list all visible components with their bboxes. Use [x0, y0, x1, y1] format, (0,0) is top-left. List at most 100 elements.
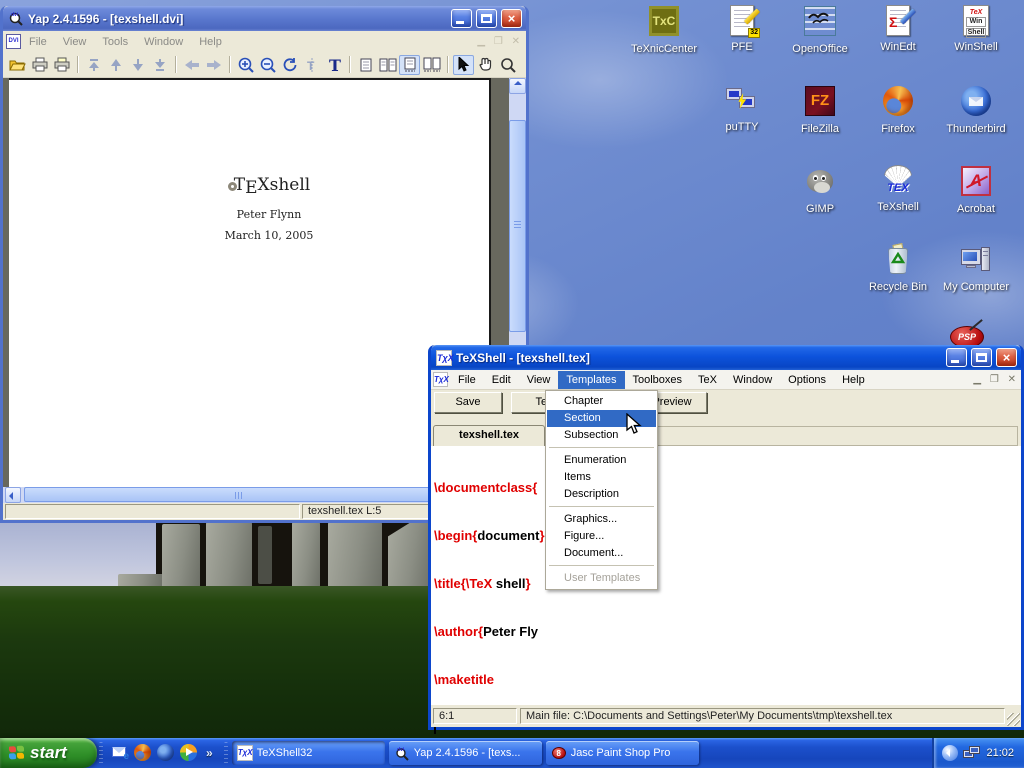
menu-tex[interactable]: TeX [690, 371, 725, 389]
menu-item-document[interactable]: Document... [547, 545, 656, 562]
desktop-icon-putty[interactable]: puTTY [703, 84, 781, 134]
yap-task-icon: dvi [394, 745, 410, 761]
view-single-page-icon[interactable] [355, 55, 376, 75]
menu-separator [549, 447, 654, 449]
save-button[interactable]: Save [434, 392, 502, 413]
view-double-page-icon[interactable] [377, 55, 398, 75]
scroll-up-button[interactable] [509, 78, 526, 94]
network-status-icon[interactable] [963, 745, 981, 761]
svg-text:dvi: dvi [397, 747, 405, 753]
icon-label: OpenOffice [781, 43, 859, 56]
desktop-icon-texshell[interactable]: TEX TeXshell [859, 164, 937, 214]
menu-file[interactable]: File [450, 371, 484, 389]
editor[interactable]: \documentclass{ \begin{document} \title{… [431, 446, 1021, 704]
thunderbird-quicklaunch-icon[interactable] [157, 744, 175, 762]
taskbar-button-texshell32[interactable]: TχX TeXShell32 [232, 741, 385, 765]
menu-toolboxes[interactable]: Toolboxes [625, 371, 691, 389]
desktop-icon-filezilla[interactable]: FZ FileZilla [781, 84, 859, 136]
menu-window[interactable]: Window [725, 371, 780, 389]
menu-help[interactable]: Help [834, 371, 873, 389]
yap-document-icon[interactable]: DVI [6, 34, 21, 49]
menu-edit[interactable]: Edit [484, 371, 519, 389]
refresh-icon[interactable] [279, 55, 300, 75]
vscroll-thumb[interactable] [509, 120, 526, 332]
yap-menu-help[interactable]: Help [191, 34, 230, 50]
media-player-icon[interactable] [180, 744, 198, 762]
tab-texshell-tex[interactable]: texshell.tex [433, 425, 545, 446]
yap-minimize-button[interactable] [451, 9, 472, 28]
yap-menu-window[interactable]: Window [136, 34, 191, 50]
texshell-mdi-buttons[interactable]: ▁ ❐ ✕ [973, 374, 1019, 385]
desktop-icon-texniccenter[interactable]: TxC TeXnicCenter [625, 4, 703, 56]
yap-menu-view[interactable]: View [55, 34, 95, 50]
desktop-icon-winedt[interactable]: Σ WinEdt [859, 4, 937, 54]
tray-collapse-icon[interactable] [942, 745, 958, 761]
menu-options[interactable]: Options [780, 371, 834, 389]
texshell-child-icon[interactable]: TχX [433, 372, 448, 387]
first-page-icon[interactable] [83, 55, 104, 75]
winedt-icon: Σ [881, 4, 915, 38]
stone [328, 522, 382, 596]
desktop-icon-recycle-bin[interactable]: Recycle Bin [859, 244, 937, 294]
yap-menubar: DVI File View Tools Window Help ▁ ❐ ✕ [3, 31, 526, 52]
yap-menu-file[interactable]: File [21, 34, 55, 50]
hscroll-thumb[interactable] [24, 487, 486, 502]
text-mode-icon[interactable]: T [323, 55, 344, 75]
menu-item-graphics[interactable]: Graphics... [547, 511, 656, 528]
texniccenter-icon: TxC [647, 6, 681, 40]
scroll-left-button[interactable] [5, 487, 21, 503]
desktop-icon-pfe[interactable]: 32 PFE [703, 4, 781, 54]
texshell-toolbar: Save TeX Preview [431, 390, 1021, 416]
zoom-in-icon[interactable] [235, 55, 256, 75]
hand-tool-icon[interactable] [475, 55, 496, 75]
back-icon[interactable] [181, 55, 202, 75]
start-button[interactable]: start [0, 738, 97, 768]
menu-item-items[interactable]: Items [547, 469, 656, 486]
forward-icon[interactable] [203, 55, 224, 75]
yap-menu-tools[interactable]: Tools [94, 34, 136, 50]
view-continuous-icon[interactable] [399, 55, 420, 75]
resize-grip[interactable] [1007, 713, 1020, 726]
pointer-tool-icon[interactable] [453, 55, 474, 75]
quick-launch-overflow[interactable]: » [203, 746, 216, 760]
desktop-icon-openoffice[interactable]: OpenOffice [781, 4, 859, 56]
firefox-quicklaunch-icon[interactable] [134, 744, 152, 762]
yap-titlebar[interactable]: dvi Yap 2.4.1596 - [texshell.dvi] × [3, 6, 526, 31]
print-icon[interactable] [29, 55, 50, 75]
texshell-maximize-button[interactable] [971, 348, 992, 367]
yap-close-button[interactable]: × [501, 9, 522, 28]
menu-item-chapter[interactable]: Chapter [547, 393, 656, 410]
menu-item-enumeration[interactable]: Enumeration [547, 452, 656, 469]
desktop-icon-gimp[interactable]: GIMP [781, 164, 859, 216]
yap-maximize-button[interactable] [476, 9, 497, 28]
dvi-author: Peter Flynn [149, 208, 389, 221]
menu-item-figure[interactable]: Figure... [547, 528, 656, 545]
desktop-icon-winshell[interactable]: TeX Win Shell WinShell [937, 4, 1015, 54]
desktop-icon-thunderbird[interactable]: Thunderbird [937, 84, 1015, 136]
winshell-text-tex: TeX [964, 8, 988, 17]
open-icon[interactable] [7, 55, 28, 75]
next-page-icon[interactable] [127, 55, 148, 75]
text-ruler-icon[interactable]: T [301, 55, 322, 75]
prev-page-icon[interactable] [105, 55, 126, 75]
outlook-express-icon[interactable]: e [111, 744, 129, 762]
last-page-icon[interactable] [149, 55, 170, 75]
zoom-out-icon[interactable] [257, 55, 278, 75]
openoffice-icon [803, 6, 837, 40]
taskbar-button-paint-shop-pro[interactable]: 8 Jasc Paint Shop Pro [546, 741, 699, 765]
view-double-continuous-icon[interactable] [421, 55, 442, 75]
taskbar-clock[interactable]: 21:02 [986, 747, 1014, 759]
taskbar-button-yap[interactable]: dvi Yap 2.4.1596 - [texs... [389, 741, 542, 765]
texshell-titlebar[interactable]: TχX TeXShell - [texshell.tex] × [431, 345, 1021, 370]
desktop-icon-acrobat[interactable]: A Acrobat [937, 164, 1015, 216]
desktop-icon-my-computer[interactable]: My Computer [937, 244, 1015, 294]
menu-view[interactable]: View [519, 371, 559, 389]
texshell-close-button[interactable]: × [996, 348, 1017, 367]
print-range-icon[interactable] [51, 55, 72, 75]
menu-templates[interactable]: Templates [558, 371, 624, 389]
texshell-minimize-button[interactable] [946, 348, 967, 367]
yap-mdi-buttons: ▁ ❐ ✕ [477, 36, 523, 47]
desktop-icon-firefox[interactable]: Firefox [859, 84, 937, 136]
menu-item-description[interactable]: Description [547, 486, 656, 503]
magnifier-tool-icon[interactable] [497, 55, 518, 75]
